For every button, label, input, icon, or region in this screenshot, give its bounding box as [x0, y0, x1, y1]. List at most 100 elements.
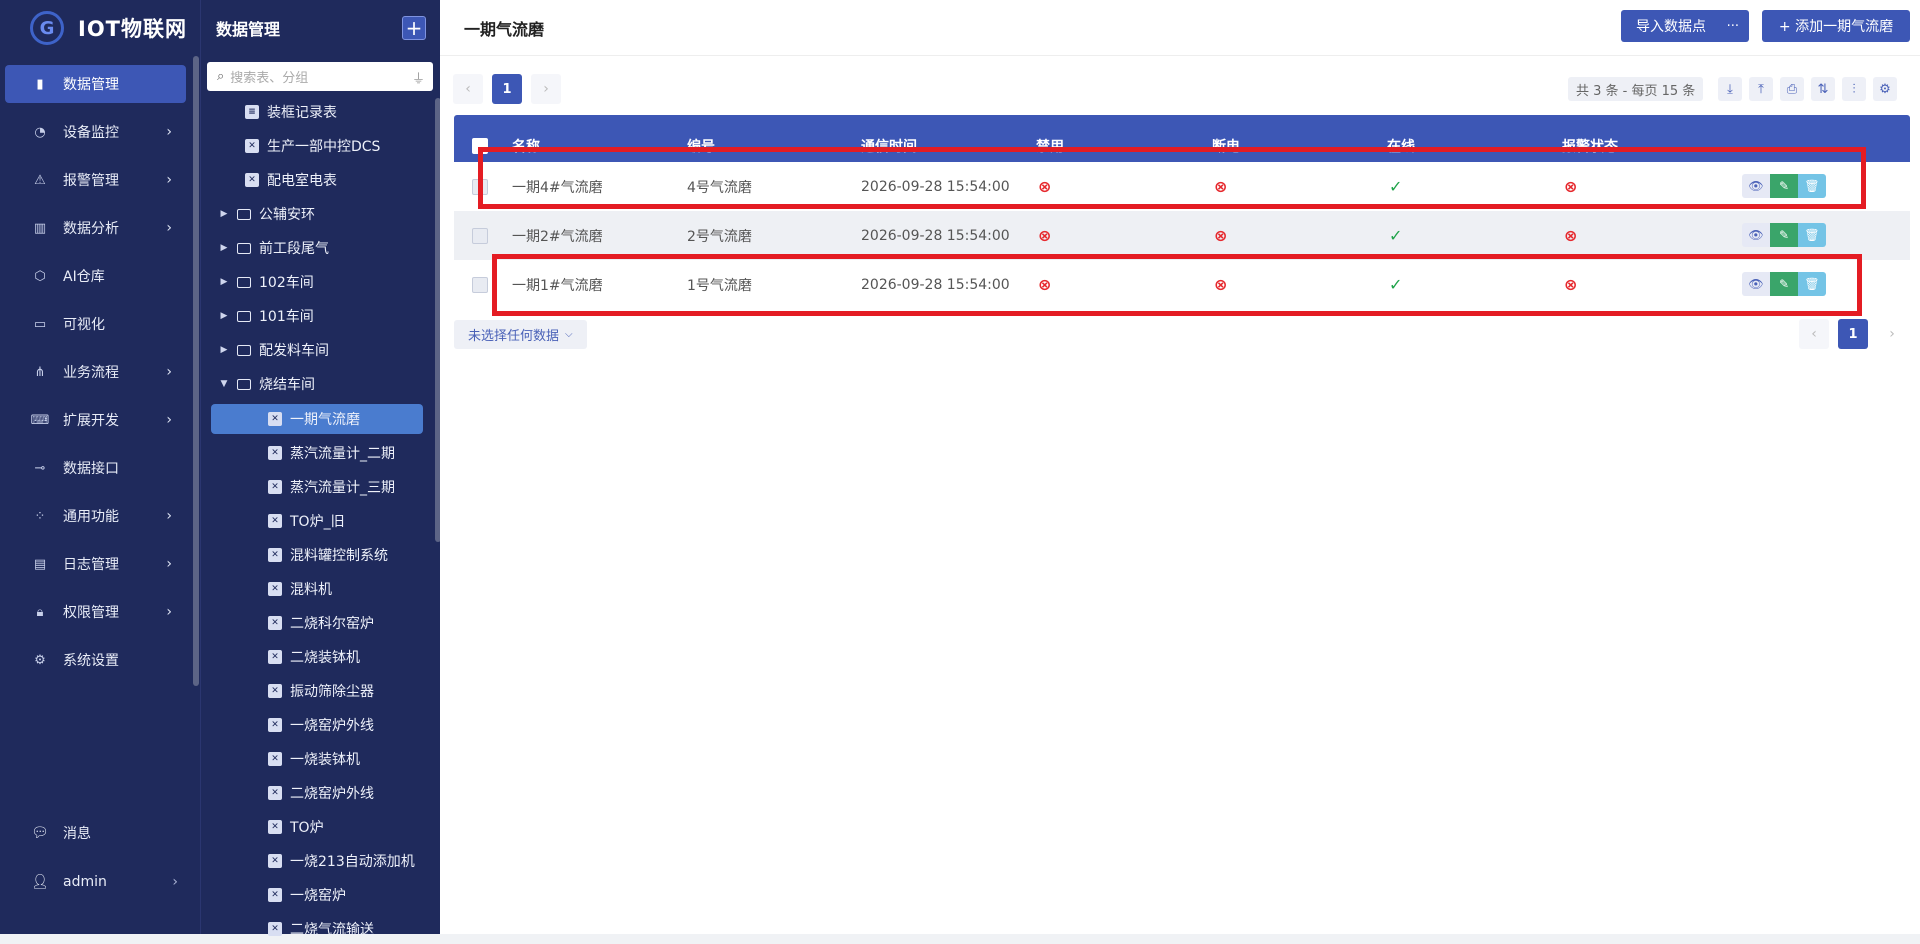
prev-page-button[interactable]: ‹	[1799, 319, 1829, 349]
messages-link[interactable]: 💬︎ 消息	[0, 813, 200, 853]
tree-node[interactable]: ▼ 烧结车间	[217, 369, 315, 399]
tree-node[interactable]: ▶ 公辅安环	[217, 199, 315, 229]
edit-icon[interactable]: ✎	[1770, 223, 1798, 247]
search-icon: ⌕	[217, 69, 225, 84]
nav-item-data-management[interactable]: ▮ 数据管理	[5, 65, 186, 103]
tree-node-label: 一期气流磨	[290, 412, 360, 428]
tree-search-input[interactable]: ⌕ 搜索表、分组 ⏚	[207, 62, 433, 91]
tree-node-label: 混料罐控制系统	[290, 548, 388, 564]
nav-item-business-flow[interactable]: ⋔ 业务流程 ›	[5, 353, 186, 391]
nav-item-system-settings[interactable]: ⚙ 系统设置	[5, 641, 186, 679]
nav-item-data-interface[interactable]: ⊸ 数据接口	[5, 449, 186, 487]
table-icon: ✕	[268, 820, 282, 834]
sidebar-scrollbar[interactable]	[193, 56, 199, 686]
settings-icon[interactable]: ⚙	[1873, 77, 1897, 101]
nav-label: 系统设置	[63, 653, 119, 669]
row-height-icon[interactable]: ⫶	[1842, 77, 1866, 101]
chevron-right-icon: ›	[172, 874, 178, 890]
tree-node[interactable]: ✕ 配电室电表	[245, 165, 337, 195]
tree-node[interactable]: ✕ 二烧窑炉外线	[268, 778, 374, 808]
next-page-button[interactable]: ›	[531, 74, 561, 104]
page-1-button[interactable]: 1	[492, 74, 522, 104]
chevron-right-icon: ›	[166, 604, 172, 620]
add-group-button[interactable]: +	[402, 16, 426, 40]
nav-item-permission-management[interactable]: 🔒︎ 权限管理 ›	[5, 593, 186, 631]
table-icon: ✕	[245, 139, 259, 153]
folder-icon	[237, 310, 251, 322]
gear-icon: ⚙	[34, 652, 46, 668]
tree-node-label: 一烧窑炉外线	[290, 718, 374, 734]
nav-item-common-functions[interactable]: ⁘ 通用功能 ›	[5, 497, 186, 535]
tree-node[interactable]: ✕ 混料机	[268, 574, 332, 604]
tree-node-label: 二烧科尔窑炉	[290, 616, 374, 632]
tree-node[interactable]: ▶ 前工段尾气	[217, 233, 329, 263]
trash-icon[interactable]: 🗑︎	[1798, 223, 1826, 247]
nav-label: 数据接口	[63, 461, 119, 477]
row-checkbox[interactable]	[472, 211, 488, 260]
tree-node[interactable]: ✕ 振动筛除尘器	[268, 676, 374, 706]
selection-dropdown[interactable]: 未选择任何数据 ⌵	[454, 320, 587, 349]
brand[interactable]: G IOT物联网	[0, 0, 200, 56]
next-page-button[interactable]: ›	[1877, 319, 1907, 349]
table-icon: ✕	[268, 616, 282, 630]
tree-node[interactable]: ✕ 一烧窑炉	[268, 880, 346, 910]
tree-node[interactable]: ✕ 二烧装钵机	[268, 642, 360, 672]
user-menu[interactable]: 👤︎ admin ›	[0, 862, 200, 902]
apps-icon: ⁘	[34, 508, 46, 524]
folder-icon	[237, 208, 251, 220]
nav-item-extension-dev[interactable]: ⌨ 扩展开发 ›	[5, 401, 186, 439]
tree-node[interactable]: ✕ 蒸汽流量计_三期	[268, 472, 395, 502]
sort-icon[interactable]: ⇅	[1811, 77, 1835, 101]
nav-item-visualization[interactable]: ▭ 可视化	[5, 305, 186, 343]
tree-node[interactable]: ✕ 生产一部中控DCS	[245, 131, 380, 161]
import-datapoints-button[interactable]: 导入数据点 ···	[1621, 10, 1749, 42]
tree-node[interactable]: ✕ 一烧装钵机	[268, 744, 360, 774]
prev-page-button[interactable]: ‹	[453, 74, 483, 104]
tree-node[interactable]: ✕ 二烧科尔窑炉	[268, 608, 374, 638]
nav-label: 日志管理	[63, 557, 119, 573]
tree-node[interactable]: ▶ 配发料车间	[217, 335, 329, 365]
folder-icon	[237, 276, 251, 288]
nav-item-alarm-management[interactable]: ⚠ 报警管理 ›	[5, 161, 186, 199]
tree-node[interactable]: ✕ 混料罐控制系统	[268, 540, 388, 570]
tree-node[interactable]: ▶ 101车间	[217, 301, 314, 331]
tree-node-selected[interactable]: ✕ 一期气流磨	[211, 404, 423, 434]
tree-node[interactable]: ▶ 102车间	[217, 267, 314, 297]
tree-node-label: 配电室电表	[267, 173, 337, 189]
brand-name: IOT物联网	[78, 17, 187, 41]
brand-logo-icon: G	[30, 11, 64, 45]
nav-item-data-analysis[interactable]: ▥ 数据分析 ›	[5, 209, 186, 247]
page-1-button[interactable]: 1	[1838, 319, 1868, 349]
chevron-right-icon: ›	[166, 412, 172, 428]
table-icon: ✕	[268, 412, 282, 426]
upload-icon[interactable]: ⤒	[1749, 77, 1773, 101]
tree-node[interactable]: ✕ TO炉_旧	[268, 506, 345, 536]
tree-node[interactable]: ✕ 蒸汽流量计_二期	[268, 438, 395, 468]
filter-icon[interactable]: ⏚	[412, 68, 425, 87]
nav-label: 可视化	[63, 317, 105, 333]
eye-icon[interactable]: 👁︎	[1742, 223, 1770, 247]
flow-icon: ⋔	[34, 364, 46, 380]
table-row[interactable]: 一期2#气流磨 2号气流磨 2026-09-28 15:54:00 ⊗ ⊗ ✓ …	[454, 211, 1910, 260]
nav-item-device-monitor[interactable]: ◔ 设备监控 ›	[5, 113, 186, 151]
alarm-icon: ⚠	[34, 172, 46, 188]
row-checkbox[interactable]	[472, 260, 488, 309]
highlight-box	[492, 254, 1862, 316]
tree-node[interactable]: ✕ 二烧气流输送	[268, 914, 374, 944]
row-actions: 👁︎ ✎ 🗑︎	[1742, 223, 1826, 247]
tree-node[interactable]: ✕ TO炉	[268, 812, 324, 842]
tree-node[interactable]: ✕ 一烧213自动添加机	[268, 846, 415, 876]
print-icon[interactable]: ⎙	[1780, 77, 1804, 101]
tree-node[interactable]: ✕ 一烧窑炉外线	[268, 710, 374, 740]
tree-node[interactable]: ≡ 装框记录表	[245, 97, 337, 127]
ai-icon: ⬡	[34, 268, 46, 284]
nav-label: 报警管理	[63, 173, 119, 189]
table-icon: ✕	[268, 582, 282, 596]
table-icon: ✕	[268, 752, 282, 766]
more-button[interactable]: ···	[1727, 19, 1739, 34]
add-item-button[interactable]: + 添加一期气流磨	[1762, 10, 1910, 42]
download-icon[interactable]: ⤓	[1718, 77, 1742, 101]
chevron-right-icon: ›	[166, 172, 172, 188]
nav-item-log-management[interactable]: ▤ 日志管理 ›	[5, 545, 186, 583]
nav-item-ai-warehouse[interactable]: ⬡ AI仓库	[5, 257, 186, 295]
